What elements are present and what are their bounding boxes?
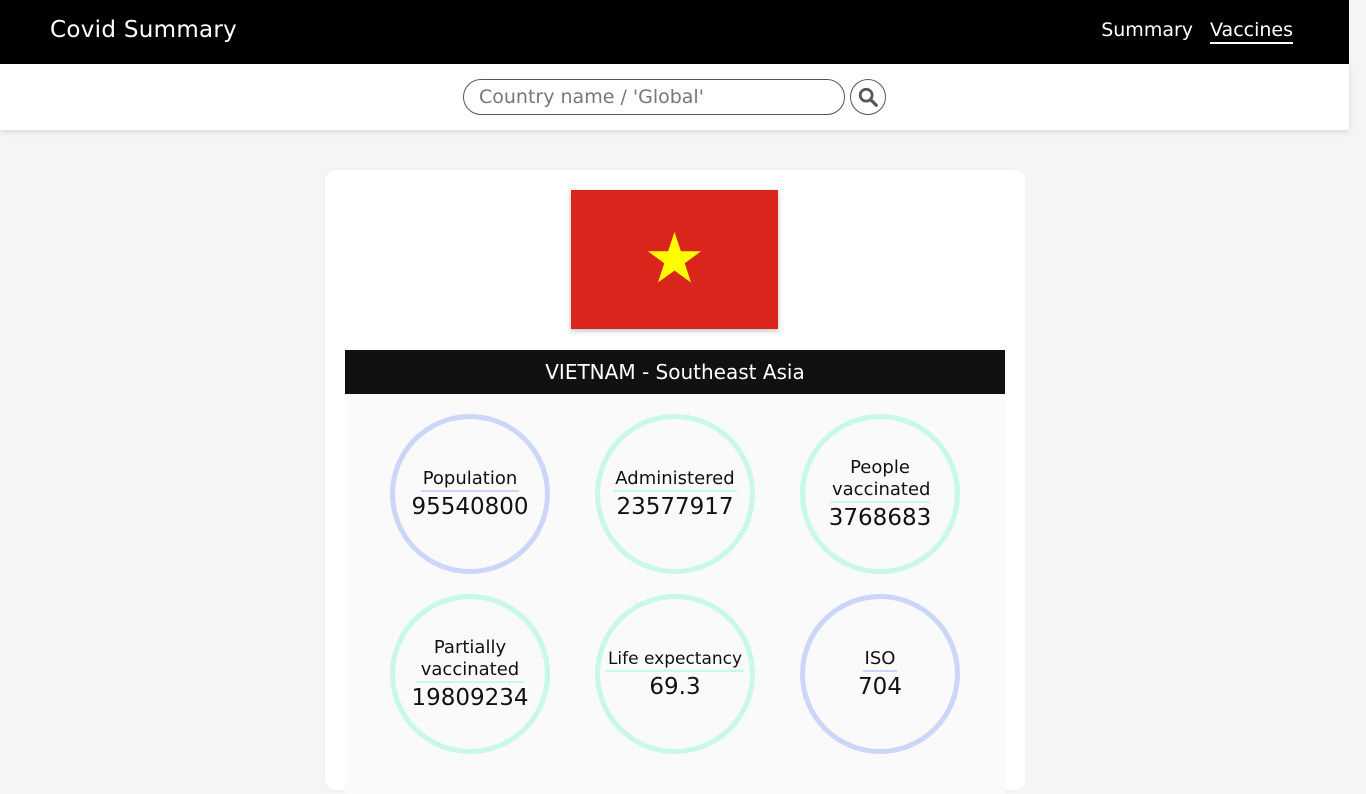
search-button[interactable]: [850, 79, 886, 115]
stat-value: 19809234: [411, 685, 529, 711]
nav-summary-link[interactable]: Summary: [1101, 19, 1193, 44]
country-search-input[interactable]: [463, 79, 845, 115]
stat-administered: Administered 23577917: [595, 414, 755, 574]
nav-vaccines-link[interactable]: Vaccines: [1210, 19, 1293, 44]
nav-links: Summary Vaccines: [1101, 19, 1293, 44]
stat-value: 3768683: [828, 505, 932, 531]
search-bar: [0, 64, 1349, 130]
stats-panel: Population 95540800 Administered 2357791…: [345, 394, 1005, 794]
stat-life-expectancy: Life expectancy 69.3: [595, 594, 755, 754]
search-icon: [858, 87, 878, 107]
stat-value: 23577917: [616, 494, 734, 520]
stat-label: Population: [420, 468, 520, 492]
stat-value: 69.3: [649, 674, 701, 700]
stat-value: 95540800: [411, 494, 529, 520]
stat-iso: ISO 704: [800, 594, 960, 754]
brand-title[interactable]: Covid Summary: [50, 17, 237, 43]
stat-label: ISO: [862, 648, 898, 672]
country-title-bar: VIETNAM - Southeast Asia: [345, 350, 1005, 394]
stat-label: Administered: [613, 468, 737, 492]
stat-label: Partially vaccinated: [416, 637, 524, 683]
stat-label: Life expectancy: [605, 648, 745, 672]
country-card: VIETNAM - Southeast Asia Population 9554…: [325, 170, 1025, 794]
stat-value: 704: [858, 674, 902, 700]
stat-population: Population 95540800: [390, 414, 550, 574]
country-flag: [571, 190, 778, 329]
country-title: VIETNAM - Southeast Asia: [545, 360, 805, 384]
stat-label: People vaccinated: [830, 457, 930, 503]
stat-partially-vaccinated: Partially vaccinated 19809234: [390, 594, 550, 754]
stat-people-vaccinated: People vaccinated 3768683: [800, 414, 960, 574]
top-navbar: Covid Summary Summary Vaccines: [0, 0, 1349, 64]
